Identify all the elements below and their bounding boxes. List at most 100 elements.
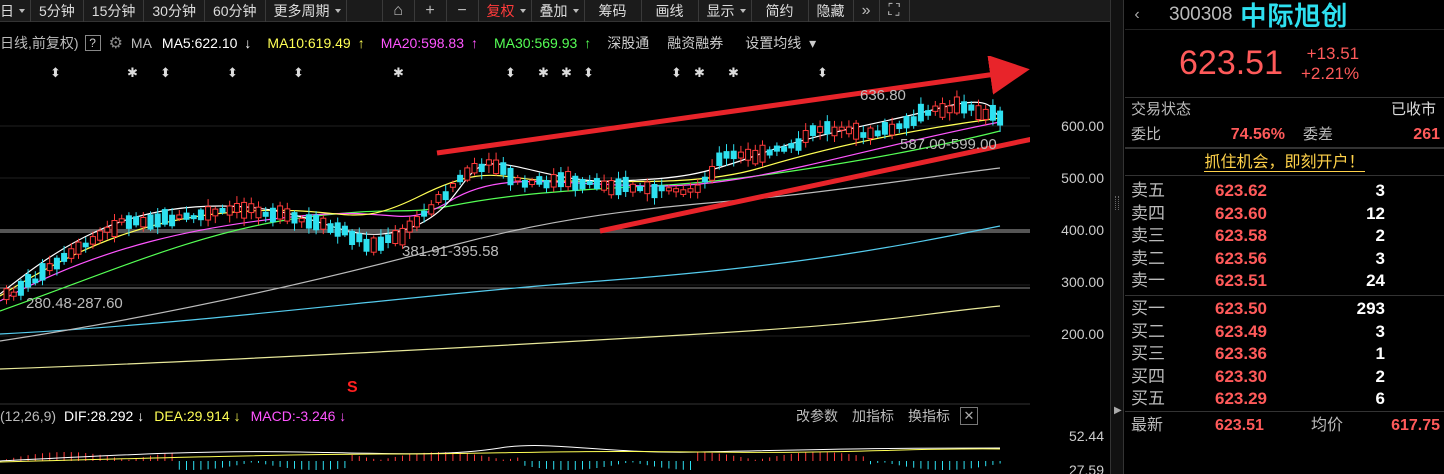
expand-right-icon[interactable]: » — [854, 0, 880, 22]
event-marker-icon[interactable]: ⬍ — [505, 66, 516, 81]
home-icon[interactable]: ⌂ — [383, 0, 415, 22]
close-icon[interactable]: ✕ — [960, 407, 978, 425]
candle-body — [385, 234, 392, 244]
gear-icon[interactable]: ⚙ — [109, 33, 123, 53]
trade-state-value: 已收市 — [1390, 101, 1436, 118]
event-marker-icon[interactable]: ✱ — [561, 66, 572, 81]
change-params-button[interactable]: 改参数 — [796, 406, 838, 426]
candle-body — [75, 241, 82, 255]
open-account-banner[interactable]: 抓住机会，即刻开户！ — [1125, 148, 1444, 176]
order-ratio-label: 委比 — [1131, 125, 1162, 143]
event-marker-icon[interactable]: ✱ — [538, 66, 549, 81]
grip-handle[interactable] — [1115, 196, 1119, 210]
price-axis: 600.00 500.00 400.00 300.00 200.00 52.44… — [1030, 22, 1110, 474]
ask-volume: 12 — [1366, 203, 1385, 223]
bid-row[interactable]: 买四 623.30 2 — [1125, 366, 1444, 389]
ma30-value: MA30:569.93 ↑ — [494, 35, 592, 51]
collapse-arrow-icon[interactable]: ▶ — [1114, 405, 1122, 416]
event-marker-icon[interactable]: ✱ — [393, 66, 404, 81]
event-marker-icon[interactable]: ⬍ — [293, 66, 304, 81]
zoom-in-icon[interactable]: + — [415, 0, 447, 22]
ask-row[interactable]: 卖二 623.56 3 — [1125, 248, 1444, 271]
panel-splitter[interactable]: ▶ — [1110, 0, 1124, 474]
ask-price: 623.62 — [1215, 181, 1267, 200]
candle-body — [961, 101, 968, 114]
ask-row[interactable]: 卖三 623.58 2 — [1125, 225, 1444, 248]
chips-button[interactable]: 筹码 — [585, 0, 642, 22]
adjust-dropdown[interactable]: 复权 — [479, 0, 532, 22]
high-annotation: 636.80 — [860, 87, 906, 104]
candle-body — [485, 159, 492, 166]
candle-body — [471, 163, 478, 174]
margin-link[interactable]: 融资融券 — [667, 33, 723, 53]
quote-header: ‹ 300308 中际旭创 — [1125, 0, 1444, 31]
candle-body — [327, 223, 334, 233]
bid-row[interactable]: 买三 623.36 1 — [1125, 343, 1444, 366]
prev-stock-icon[interactable]: ‹ — [1125, 6, 1149, 24]
chart-title: 日线,前复权) — [0, 35, 79, 51]
event-marker-icon[interactable]: ✱ — [728, 66, 739, 81]
candle-body — [968, 104, 975, 111]
period-60min-tab[interactable]: 60分钟 — [205, 0, 266, 22]
sgt-link[interactable]: 深股通 — [607, 33, 649, 53]
candle-body — [752, 149, 759, 165]
avg-label: 均价 — [1311, 416, 1344, 434]
order-ratio-value: 74.56% — [1230, 125, 1285, 143]
event-marker-icon[interactable]: ✱ — [127, 66, 138, 81]
ask-row[interactable]: 卖四 623.60 12 — [1125, 203, 1444, 226]
candle-body — [608, 180, 615, 196]
ask-row[interactable]: 卖一 623.51 24 — [1125, 270, 1444, 293]
help-button[interactable]: ? — [84, 35, 101, 51]
overlay-dropdown[interactable]: 叠加 — [532, 0, 585, 22]
axis-label: 27.59 — [1068, 462, 1104, 474]
hide-button[interactable]: 隐藏 — [809, 0, 854, 22]
event-marker-icon[interactable]: ⬍ — [583, 66, 594, 81]
period-15min-tab[interactable]: 15分钟 — [84, 0, 145, 22]
order-ratio-row: 委比 74.56% 委差 261 — [1125, 121, 1444, 147]
period-30min-tab[interactable]: 30分钟 — [144, 0, 205, 22]
bid-row[interactable]: 买二 623.49 3 — [1125, 321, 1444, 344]
event-markers[interactable]: ⬍ ✱ ⬍ ⬍ ⬍ ✱ ⬍ ✱ ✱ ⬍ ⬍ ✱ ✱ ⬍ — [50, 66, 828, 81]
more-periods-dropdown[interactable]: 更多周期 — [266, 0, 347, 22]
bid-row[interactable]: 买五 623.29 6 — [1125, 388, 1444, 411]
candle-body — [212, 208, 219, 217]
ma20-value: MA20:598.83 ↑ — [380, 35, 478, 51]
fullscreen-icon[interactable]: ⛶ — [880, 0, 910, 22]
event-marker-icon[interactable]: ⬍ — [817, 66, 828, 81]
bid-row[interactable]: 买一 623.50 293 — [1125, 298, 1444, 321]
macd-value: MACD:-3.246 ↓ — [250, 408, 347, 424]
bid-price: 623.50 — [1215, 298, 1267, 318]
candle-body — [277, 205, 284, 220]
sell-signal-marker[interactable]: S — [347, 379, 358, 396]
simple-mode-button[interactable]: 简约 — [752, 0, 809, 22]
event-marker-icon[interactable]: ⬍ — [227, 66, 238, 81]
candle-body — [637, 185, 644, 192]
quote-panel: ‹ 300308 中际旭创 623.51 +13.51 +2.21% 交易状态 … — [1125, 0, 1444, 474]
open-account-link[interactable]: 抓住机会，即刻开户！ — [1204, 154, 1365, 172]
switch-indicator-button[interactable]: 换指标 — [908, 406, 950, 426]
axis-label: 52.44 — [1068, 428, 1104, 444]
candle-body — [125, 215, 132, 229]
candle-body — [32, 278, 39, 284]
ma-settings-dropdown[interactable]: 设置均线 ▾ — [745, 33, 816, 53]
candle-body — [889, 123, 896, 136]
trade-state-label: 交易状态 — [1131, 101, 1192, 118]
display-dropdown[interactable]: 显示 — [699, 0, 752, 22]
period-5min-tab[interactable]: 5分钟 — [31, 0, 84, 22]
add-indicator-button[interactable]: 加指标 — [852, 406, 894, 426]
event-marker-icon[interactable]: ⬍ — [671, 66, 682, 81]
ma-label: MA — [130, 35, 152, 51]
candle-body — [824, 121, 831, 135]
period-toolbar: 日 5分钟 15分钟 30分钟 60分钟 更多周期 ⌂ + − 复权 叠加 筹码… — [0, 0, 1110, 22]
zoom-out-icon[interactable]: − — [447, 0, 479, 22]
bid-label: 买二 — [1131, 321, 1165, 341]
period-day-dropdown[interactable]: 日 — [0, 0, 31, 22]
candle-body — [572, 175, 579, 191]
event-marker-icon[interactable]: ⬍ — [160, 66, 171, 81]
draw-line-button[interactable]: 画线 — [642, 0, 699, 22]
ask-row[interactable]: 卖五 623.62 3 — [1125, 180, 1444, 203]
event-marker-icon[interactable]: ✱ — [694, 66, 705, 81]
candle-body — [622, 176, 629, 192]
candle-body — [435, 194, 442, 203]
event-marker-icon[interactable]: ⬍ — [50, 66, 61, 81]
